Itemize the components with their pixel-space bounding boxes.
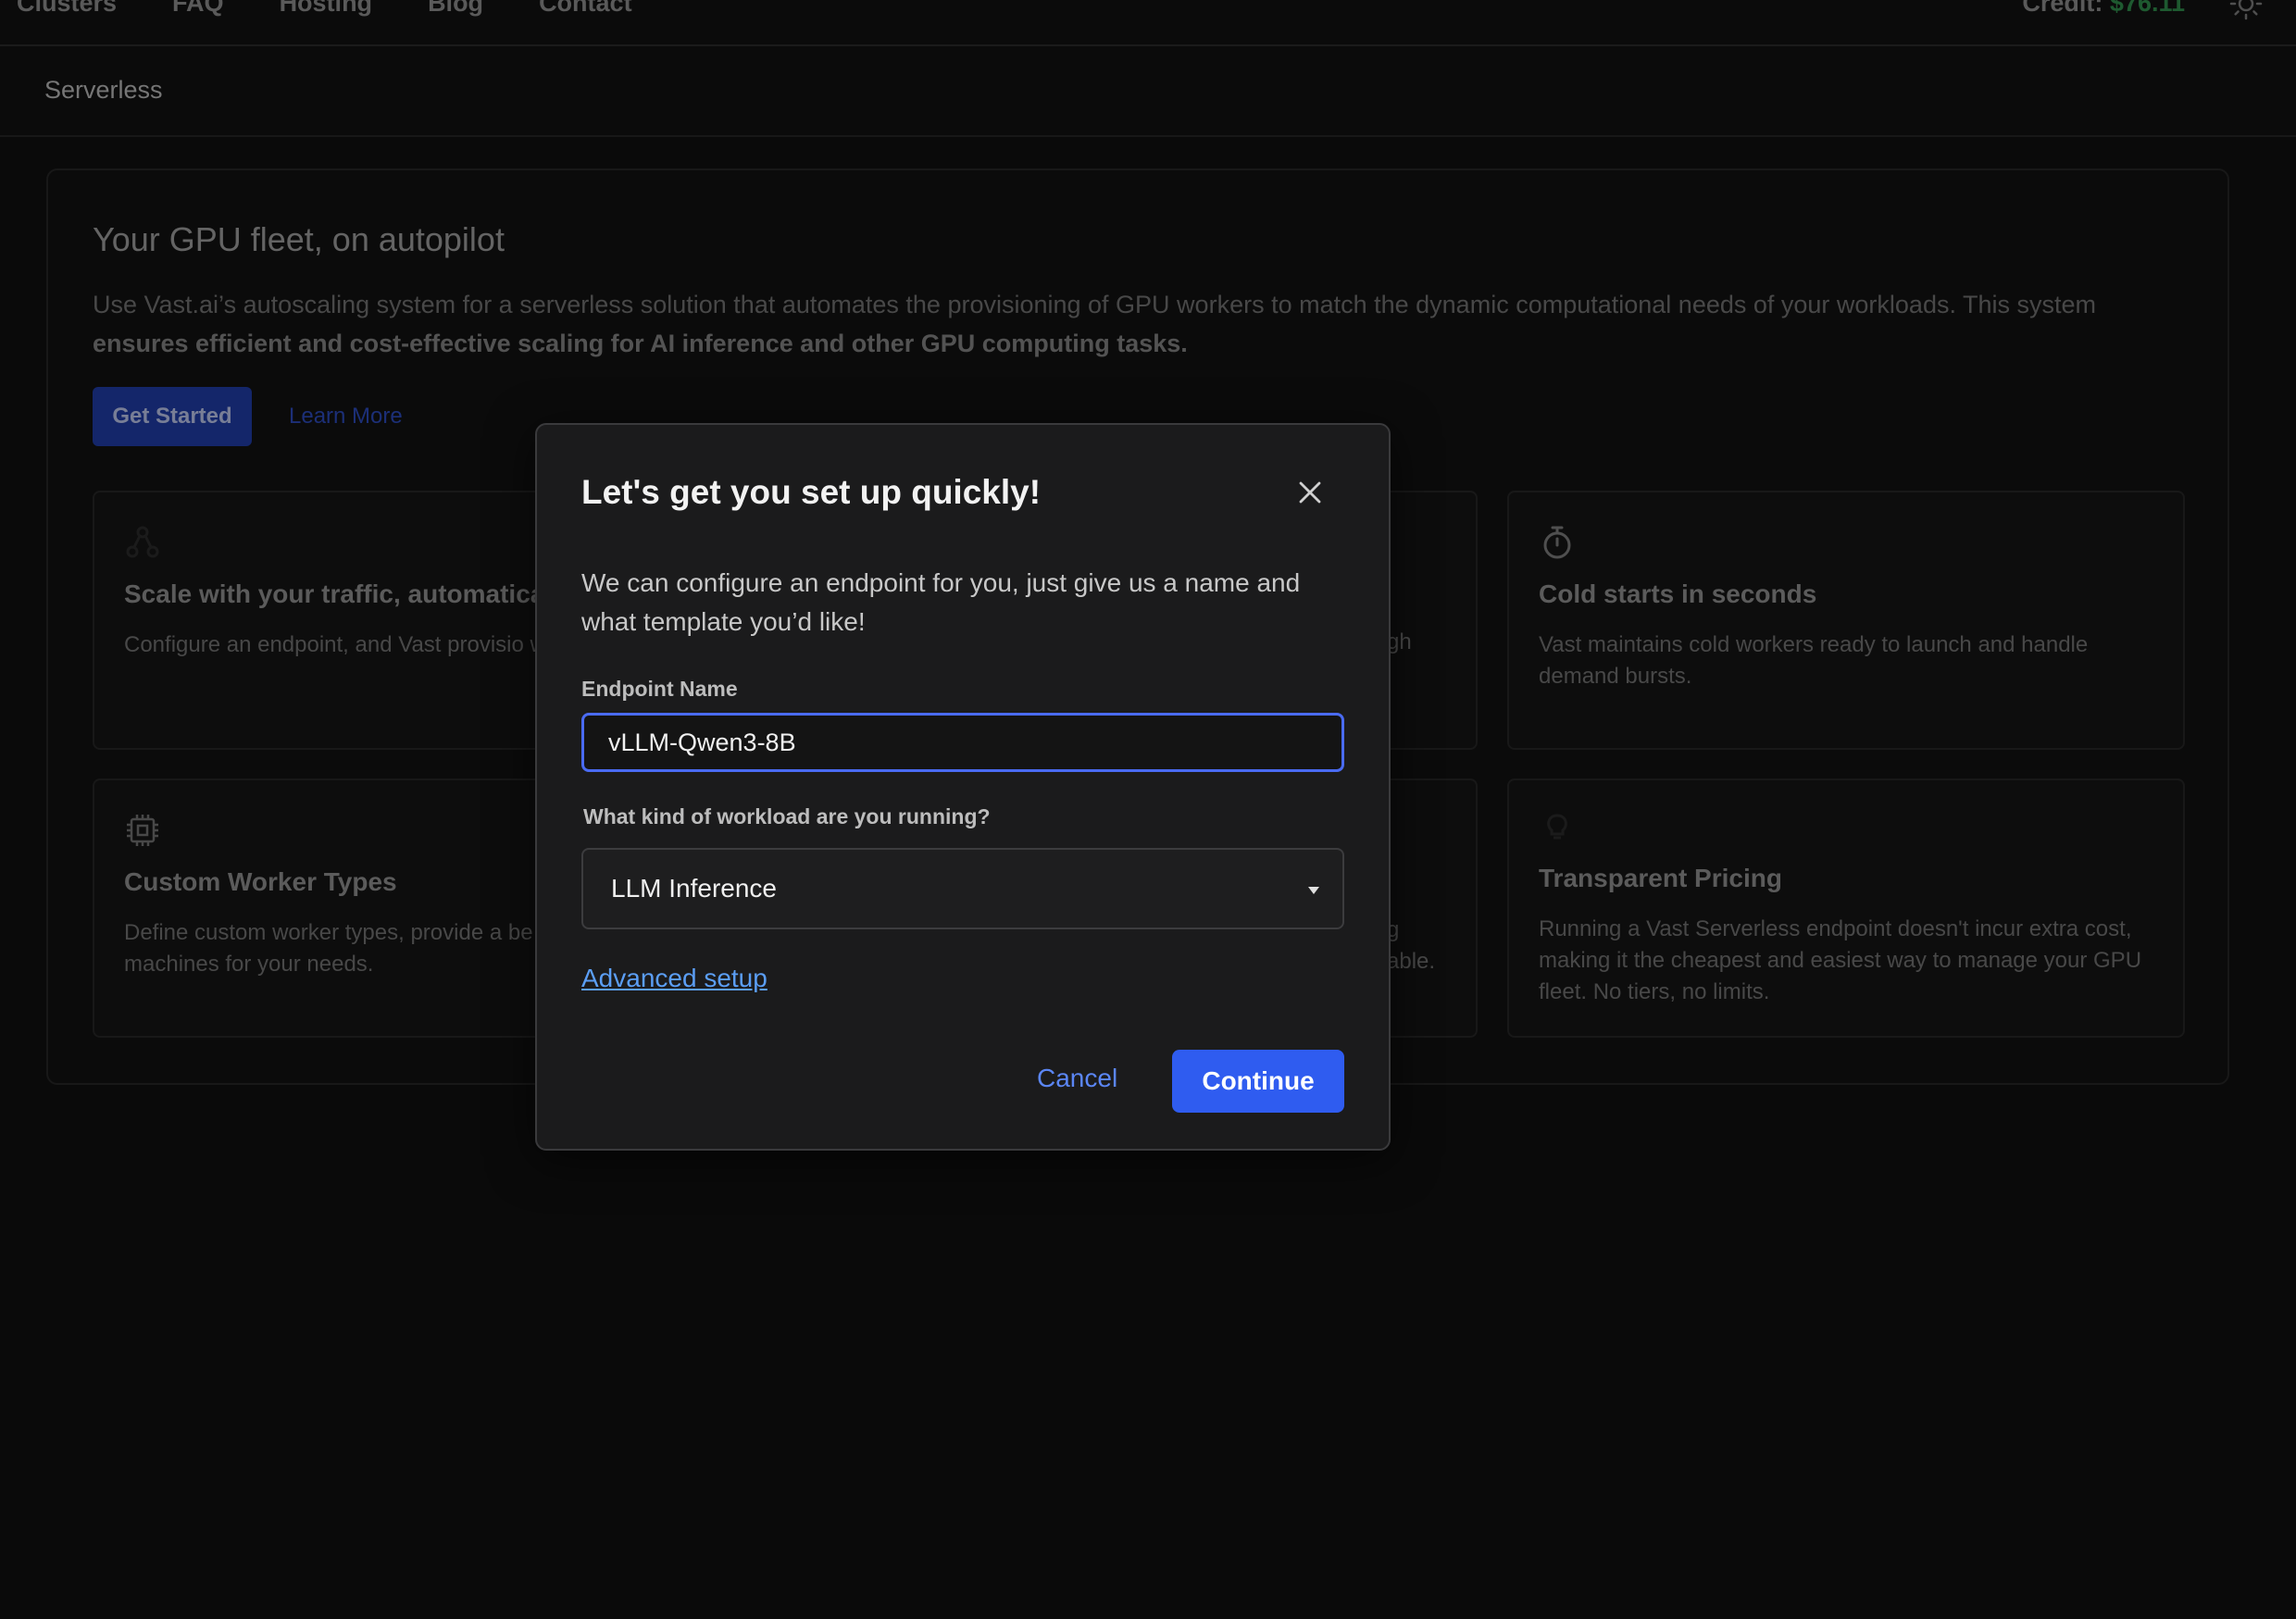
- endpoint-name-input[interactable]: [581, 713, 1344, 772]
- workload-label: What kind of workload are you running?: [583, 804, 991, 828]
- advanced-setup-link[interactable]: Advanced setup: [581, 964, 767, 993]
- caret-down-icon: [1308, 887, 1319, 894]
- dialog-title: Let's get you set up quickly!: [581, 473, 1042, 511]
- quick-setup-dialog: Let's get you set up quickly! We can con…: [535, 423, 1391, 1151]
- dialog-description: We can configure an endpoint for you, ju…: [581, 568, 1301, 636]
- cancel-button[interactable]: Cancel: [1037, 1064, 1117, 1093]
- workload-selected-value: LLM Inference: [611, 874, 777, 903]
- continue-button[interactable]: Continue: [1172, 1050, 1344, 1113]
- close-icon[interactable]: [1296, 479, 1324, 506]
- workload-select[interactable]: LLM Inference: [581, 848, 1344, 929]
- endpoint-name-label: Endpoint Name: [581, 677, 738, 701]
